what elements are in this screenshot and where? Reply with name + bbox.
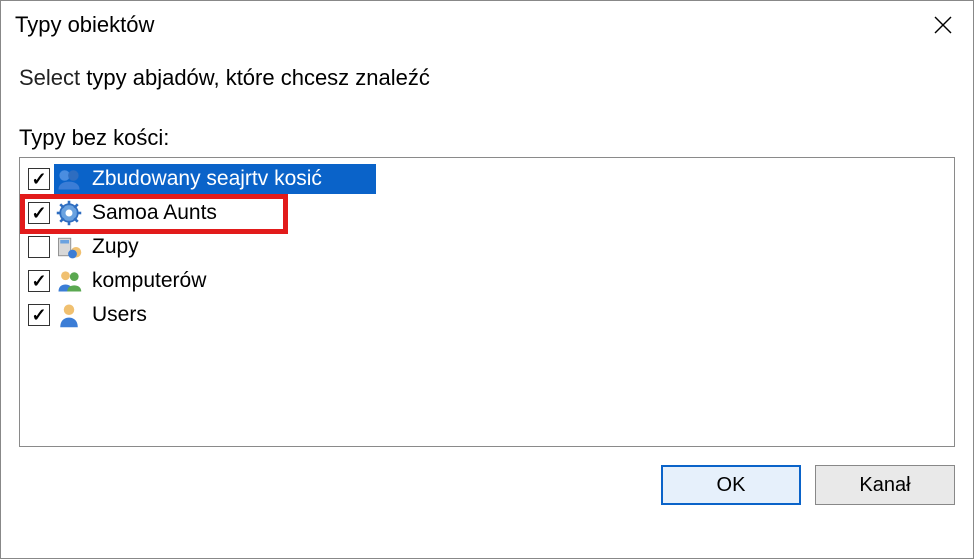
window-title: Typy obiektów bbox=[15, 12, 154, 38]
user-icon bbox=[54, 300, 84, 330]
instruction-text: Select typy abjadów, które chcesz znaleź… bbox=[19, 65, 955, 91]
ok-button-label: OK bbox=[717, 474, 746, 497]
users-icon bbox=[54, 266, 84, 296]
server-group-icon bbox=[54, 232, 84, 262]
list-label: Typy bez kości: bbox=[19, 125, 955, 151]
cancel-button[interactable]: Kanał bbox=[815, 465, 955, 505]
checkbox[interactable] bbox=[28, 304, 50, 326]
list-item[interactable]: Users bbox=[22, 298, 952, 332]
checkbox[interactable] bbox=[28, 236, 50, 258]
close-icon bbox=[933, 15, 953, 35]
ok-button[interactable]: OK bbox=[661, 465, 801, 505]
list-item-label: Users bbox=[88, 303, 151, 327]
list-item[interactable]: Zupy bbox=[22, 230, 952, 264]
cancel-button-label: Kanał bbox=[859, 474, 910, 497]
list-item-label: Zbudowany seajrtv kosić bbox=[88, 167, 326, 191]
list-item-label: komputerów bbox=[88, 269, 210, 293]
instruction-rest: typy abjadów, które chcesz znaleźć bbox=[80, 65, 430, 90]
list-item[interactable]: Zbudowany seajrtv kosić bbox=[22, 162, 952, 196]
titlebar: Typy obiektów bbox=[1, 1, 973, 45]
button-bar: OK Kanał bbox=[1, 447, 973, 505]
group-icon bbox=[54, 164, 84, 194]
checkbox[interactable] bbox=[28, 270, 50, 292]
checkbox[interactable] bbox=[28, 168, 50, 190]
checkbox[interactable] bbox=[28, 202, 50, 224]
list-item[interactable]: Samoa Aunts bbox=[22, 196, 952, 230]
close-button[interactable] bbox=[921, 5, 965, 45]
object-types-listbox[interactable]: Zbudowany seajrtv kosić Samoa Aunts bbox=[19, 157, 955, 447]
list-item-label: Samoa Aunts bbox=[88, 201, 221, 225]
instruction-lead: Select bbox=[19, 65, 80, 90]
list-item[interactable]: komputerów bbox=[22, 264, 952, 298]
dialog-content: Select typy abjadów, które chcesz znaleź… bbox=[1, 45, 973, 447]
list-item-label: Zupy bbox=[88, 235, 143, 259]
gear-icon bbox=[54, 198, 84, 228]
